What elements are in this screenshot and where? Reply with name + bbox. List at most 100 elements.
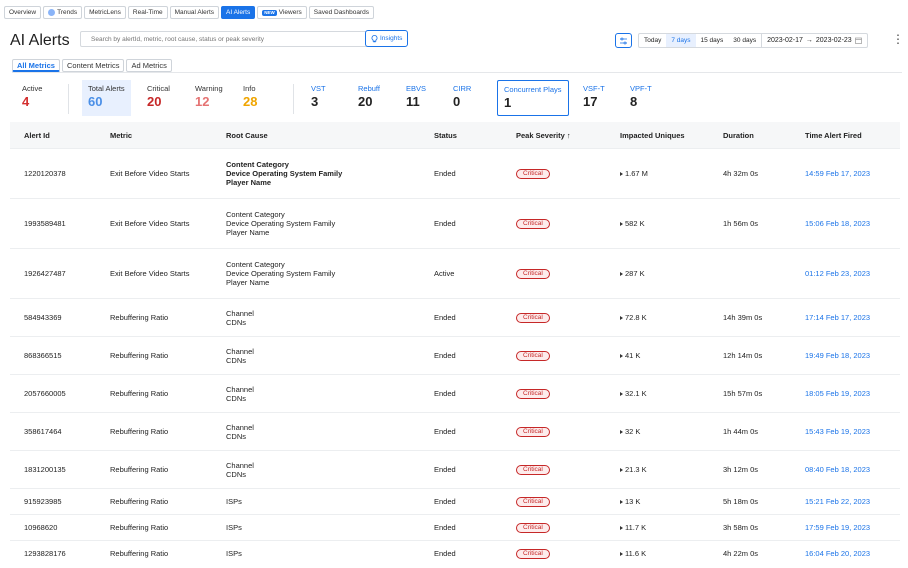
nav-tab-ai-alerts[interactable]: AI Alerts bbox=[221, 6, 256, 19]
range-30days-button[interactable]: 30 days bbox=[728, 34, 761, 47]
summary-active[interactable]: Active 4 bbox=[16, 80, 48, 116]
column-header-root-cause[interactable]: Root Cause bbox=[210, 131, 419, 140]
time-fired-link[interactable]: 14:59 Feb 17, 2023 bbox=[791, 169, 900, 178]
time-fired-link[interactable]: 16:04 Feb 20, 2023 bbox=[791, 549, 900, 558]
uniques-value: 32.1 K bbox=[625, 389, 647, 398]
table-row[interactable]: 1831200135 Rebuffering Ratio Channel CDNs En… bbox=[10, 450, 900, 488]
summary-label: Info bbox=[243, 84, 256, 93]
impacted-uniques[interactable]: 13 K bbox=[605, 497, 708, 506]
page-header: AI Alerts Insights Today 7 days 15 days … bbox=[10, 30, 904, 52]
search-input[interactable] bbox=[80, 31, 370, 47]
duration: 5h 18m 0s bbox=[723, 497, 759, 506]
nav-tab-manual-alerts[interactable]: Manual Alerts bbox=[169, 6, 220, 19]
status: Ended bbox=[434, 219, 456, 228]
metric-rebuff[interactable]: Rebuff 20 bbox=[352, 80, 386, 116]
severity-cell: Critical bbox=[501, 548, 605, 559]
root-cause: ISPs bbox=[210, 549, 419, 558]
time-fired-link[interactable]: 17:14 Feb 17, 2023 bbox=[791, 313, 900, 322]
summary-critical[interactable]: Critical 20 bbox=[141, 80, 176, 116]
metric-vst[interactable]: VST 3 bbox=[305, 80, 332, 116]
caret-right-icon bbox=[620, 392, 623, 397]
root-cause-item: Channel bbox=[226, 384, 254, 394]
alert-id: 1220120378 bbox=[24, 169, 66, 178]
impacted-uniques[interactable]: 41 K bbox=[605, 351, 708, 360]
impacted-uniques[interactable]: 72.8 K bbox=[605, 313, 708, 322]
metric-ebvs[interactable]: EBVS 11 bbox=[400, 80, 432, 116]
table-body: 1220120378 Exit Before Video Starts Conten… bbox=[10, 148, 900, 566]
table-row[interactable]: 10968620 Rebuffering Ratio ISPs Ended Critic… bbox=[10, 514, 900, 540]
root-cause-item: CDNs bbox=[226, 431, 246, 441]
time-fired-link[interactable]: 17:59 Feb 19, 2023 bbox=[791, 523, 900, 532]
column-header-time-fired[interactable]: Time Alert Fired bbox=[791, 131, 900, 140]
impacted-uniques[interactable]: 32.1 K bbox=[605, 389, 708, 398]
table-row[interactable]: 1926427487 Exit Before Video Starts Conten… bbox=[10, 248, 900, 298]
column-header-status[interactable]: Status bbox=[419, 131, 501, 140]
impacted-uniques[interactable]: 582 K bbox=[605, 219, 708, 228]
range-7days-button[interactable]: 7 days bbox=[666, 34, 696, 47]
table-row[interactable]: 2057660005 Rebuffering Ratio Channel CDNs En… bbox=[10, 374, 900, 412]
column-header-impacted-uniques[interactable]: Impacted Uniques bbox=[605, 131, 708, 140]
impacted-uniques[interactable]: 11.7 K bbox=[605, 523, 708, 532]
table-row[interactable]: 1293828176 Rebuffering Ratio ISPs Ended Crit… bbox=[10, 540, 900, 566]
more-options-icon[interactable]: ⋮ bbox=[892, 33, 904, 45]
impacted-uniques[interactable]: 21.3 K bbox=[605, 465, 708, 474]
table-row[interactable]: 868366515 Rebuffering Ratio Channel CDNs End… bbox=[10, 336, 900, 374]
table-row[interactable]: 358617464 Rebuffering Ratio Channel CDNs End… bbox=[10, 412, 900, 450]
table-row[interactable]: 1220120378 Exit Before Video Starts Conten… bbox=[10, 148, 900, 198]
nav-tab-overview[interactable]: Overview bbox=[4, 6, 42, 19]
root-cause: Channel CDNs bbox=[210, 385, 419, 403]
time-fired-link[interactable]: 15:21 Feb 22, 2023 bbox=[791, 497, 900, 506]
nav-tab-saved-dashboards[interactable]: Saved Dashboards bbox=[308, 6, 375, 19]
summary-info[interactable]: Info 28 bbox=[237, 80, 263, 116]
summary-warning[interactable]: Warning 12 bbox=[189, 80, 229, 116]
impacted-uniques[interactable]: 11.6 K bbox=[605, 549, 708, 558]
severity-cell: Critical bbox=[501, 350, 605, 361]
tab-ad-metrics[interactable]: Ad Metrics bbox=[126, 59, 172, 72]
time-fired-link[interactable]: 18:05 Feb 19, 2023 bbox=[791, 389, 900, 398]
column-header-alert-id[interactable]: Alert Id bbox=[10, 131, 97, 140]
duration: 4h 22m 0s bbox=[723, 549, 759, 558]
time-fired-link[interactable]: 15:43 Feb 19, 2023 bbox=[791, 427, 900, 436]
table-row[interactable]: 1993589481 Exit Before Video Starts Conten… bbox=[10, 198, 900, 248]
time-fired-link[interactable]: 19:49 Feb 18, 2023 bbox=[791, 351, 900, 360]
nav-tab-realtime[interactable]: Real-Time bbox=[127, 6, 168, 19]
time-fired-link[interactable]: 01:12 Feb 23, 2023 bbox=[791, 269, 900, 278]
alert-id: 358617464 bbox=[24, 427, 62, 436]
tab-all-metrics[interactable]: All Metrics bbox=[12, 59, 60, 72]
impacted-uniques[interactable]: 32 K bbox=[605, 427, 708, 436]
nav-tab-viewers[interactable]: NEW Viewers bbox=[257, 6, 307, 19]
tab-content-metrics[interactable]: Content Metrics bbox=[61, 59, 125, 72]
summary-total-alerts[interactable]: Total Alerts 60 bbox=[82, 80, 131, 116]
column-header-metric[interactable]: Metric bbox=[97, 131, 210, 140]
nav-tab-metriclens[interactable]: MetricLens bbox=[84, 6, 126, 19]
nav-tab-trends[interactable]: Trends bbox=[43, 6, 83, 19]
root-cause-item: Content Category bbox=[226, 160, 289, 169]
insights-button[interactable]: Insights bbox=[365, 30, 409, 47]
range-today-button[interactable]: Today bbox=[639, 34, 666, 47]
root-cause-item: Device Operating System Family bbox=[226, 219, 336, 228]
column-header-duration[interactable]: Duration bbox=[708, 131, 791, 140]
metric-concurrent-plays[interactable]: Concurrent Plays 1 bbox=[497, 80, 569, 116]
filter-settings-button[interactable] bbox=[615, 33, 632, 48]
alert-id: 2057660005 bbox=[24, 389, 66, 398]
metric-cirr[interactable]: CIRR 0 bbox=[447, 80, 477, 116]
metric-vpf-t[interactable]: VPF-T 8 bbox=[624, 80, 658, 116]
uniques-value: 11.7 K bbox=[625, 523, 647, 532]
metric-vsf-t[interactable]: VSF-T 17 bbox=[577, 80, 611, 116]
time-fired-link[interactable]: 08:40 Feb 18, 2023 bbox=[791, 465, 900, 474]
table-row[interactable]: 915923985 Rebuffering Ratio ISPs Ended Criti… bbox=[10, 488, 900, 514]
alert-id: 915923985 bbox=[24, 497, 62, 506]
column-header-peak-severity[interactable]: Peak Severity ↑ bbox=[501, 131, 605, 140]
table-row[interactable]: 584943369 Rebuffering Ratio Channel CDNs End… bbox=[10, 298, 900, 336]
severity-badge: Critical bbox=[516, 497, 550, 507]
range-15days-button[interactable]: 15 days bbox=[696, 34, 729, 47]
alert-id: 10968620 bbox=[24, 523, 58, 532]
metric-label: VPF-T bbox=[630, 84, 652, 93]
duration: 3h 58m 0s bbox=[723, 523, 759, 532]
summary-value: 20 bbox=[147, 94, 162, 109]
severity-cell: Critical bbox=[501, 522, 605, 533]
impacted-uniques[interactable]: 1.67 M bbox=[605, 169, 708, 178]
time-fired-link[interactable]: 15:06 Feb 18, 2023 bbox=[791, 219, 900, 228]
impacted-uniques[interactable]: 287 K bbox=[605, 269, 708, 278]
date-range-field[interactable]: 2023-02-17 → 2023-02-23 bbox=[762, 37, 867, 44]
